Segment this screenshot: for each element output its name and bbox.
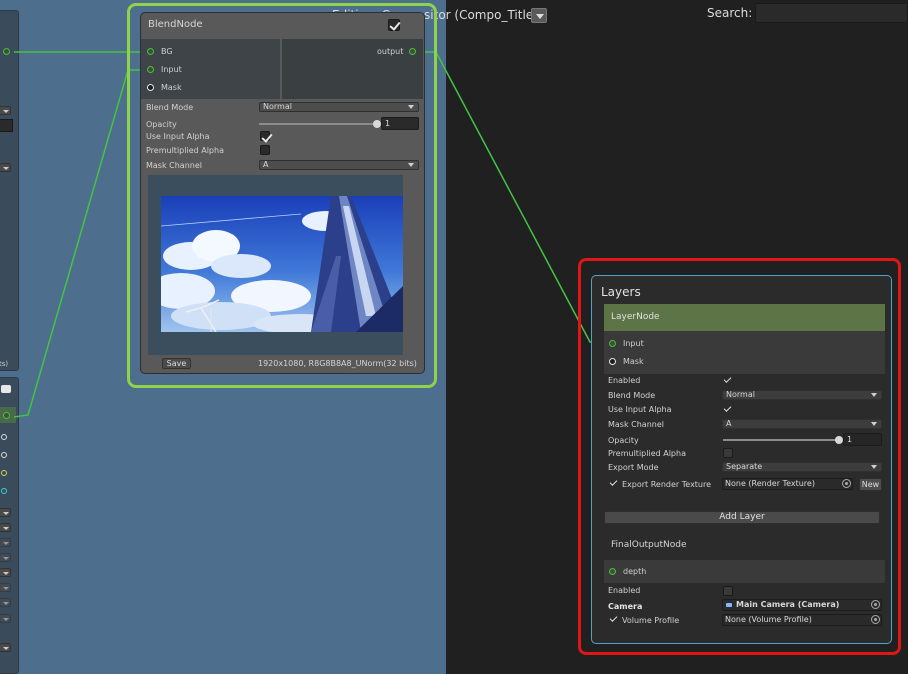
new-render-texture-button[interactable]: New — [859, 478, 882, 491]
anime-sky-preview — [161, 196, 403, 332]
layer-opacity-field[interactable]: 1 — [843, 433, 882, 446]
use-input-alpha-label: Use Input Alpha — [146, 132, 210, 141]
opacity-slider-handle[interactable] — [373, 120, 381, 128]
volume-picker-icon[interactable] — [871, 615, 880, 624]
premultiplied-alpha-checkbox[interactable] — [260, 145, 270, 155]
volume-profile-field[interactable]: None (Volume Profile) — [722, 614, 882, 626]
save-button[interactable]: Save — [162, 358, 191, 369]
chevron-down-icon[interactable] — [531, 8, 547, 23]
layer-premultiplied-alpha-label: Premultiplied Alpha — [608, 449, 686, 458]
premultiplied-alpha-label: Premultiplied Alpha — [146, 146, 224, 155]
layer-opacity-slider-handle[interactable] — [835, 436, 843, 444]
final-output-node-title: FinalOutputNode — [611, 540, 687, 550]
output-port-label: output — [377, 47, 404, 56]
layer-input-label: Input — [623, 339, 644, 348]
resolution-label: 1920x1080, R8G8B8A8_UNorm(32 bits) — [258, 359, 417, 368]
layer-mask-port[interactable] — [609, 358, 616, 365]
final-enabled-label: Enabled — [608, 586, 641, 595]
layer-blend-mode-label: Blend Mode — [608, 391, 656, 400]
layer-use-input-alpha-label: Use Input Alpha — [608, 405, 672, 414]
layer-enabled-label: Enabled — [608, 376, 641, 385]
layer-mask-channel-dropdown[interactable]: A — [722, 419, 882, 429]
bg-port-label: BG — [161, 47, 173, 56]
depth-port[interactable] — [609, 568, 616, 575]
mask-channel-dropdown[interactable]: A — [259, 160, 419, 170]
input-port-label: Input — [161, 65, 182, 74]
depth-port-label: depth — [623, 567, 647, 576]
input-port[interactable] — [147, 66, 154, 73]
layer-input-port[interactable] — [609, 340, 616, 347]
camera-value: Main Camera (Camera) — [736, 600, 840, 609]
mask-channel-label: Mask Channel — [146, 161, 202, 170]
use-input-alpha-checkbox[interactable] — [260, 131, 270, 141]
camera-icon — [726, 603, 732, 607]
layer-premultiplied-alpha-checkbox[interactable] — [723, 448, 733, 458]
search-label: Search: — [707, 6, 753, 20]
opacity-slider-track[interactable] — [259, 123, 377, 125]
layer-node-ports — [604, 331, 885, 374]
add-layer-button[interactable]: Add Layer — [604, 511, 880, 524]
volume-profile-label: Volume Profile — [622, 616, 680, 625]
opacity-label: Opacity — [146, 120, 177, 129]
layer-opacity-slider-track[interactable] — [723, 439, 839, 441]
final-enabled-checkbox[interactable] — [723, 586, 733, 596]
object-picker-icon[interactable] — [842, 479, 851, 488]
export-render-texture-label: Export Render Texture — [622, 480, 712, 489]
layers-title: Layers — [601, 285, 641, 299]
opacity-field[interactable]: 1 — [381, 117, 419, 130]
bg-port[interactable] — [147, 48, 154, 55]
export-mode-dropdown[interactable]: Separate — [722, 462, 882, 472]
camera-field[interactable]: Main Camera (Camera) — [722, 599, 882, 611]
blend-mode-label: Blend Mode — [146, 103, 194, 112]
output-port[interactable] — [409, 48, 416, 55]
mask-port-label: Mask — [161, 83, 182, 92]
layer-blend-mode-dropdown[interactable]: Normal — [722, 390, 882, 400]
layer-mask-channel-label: Mask Channel — [608, 420, 664, 429]
camera-picker-icon[interactable] — [871, 600, 880, 609]
blend-node-enabled-checkbox[interactable] — [388, 19, 400, 31]
layer-opacity-label: Opacity — [608, 436, 639, 445]
mask-port[interactable] — [147, 84, 154, 91]
export-render-texture-field[interactable]: None (Render Texture) — [722, 478, 853, 490]
preview-image — [161, 196, 403, 332]
camera-label: Camera — [608, 602, 643, 611]
blend-node-title: BlendNode — [148, 19, 203, 30]
blend-mode-dropdown[interactable]: Normal — [259, 102, 419, 112]
layer-node-title: LayerNode — [611, 312, 660, 322]
search-input[interactable] — [755, 3, 908, 23]
layer-mask-label: Mask — [623, 357, 644, 366]
export-mode-label: Export Mode — [608, 463, 659, 472]
